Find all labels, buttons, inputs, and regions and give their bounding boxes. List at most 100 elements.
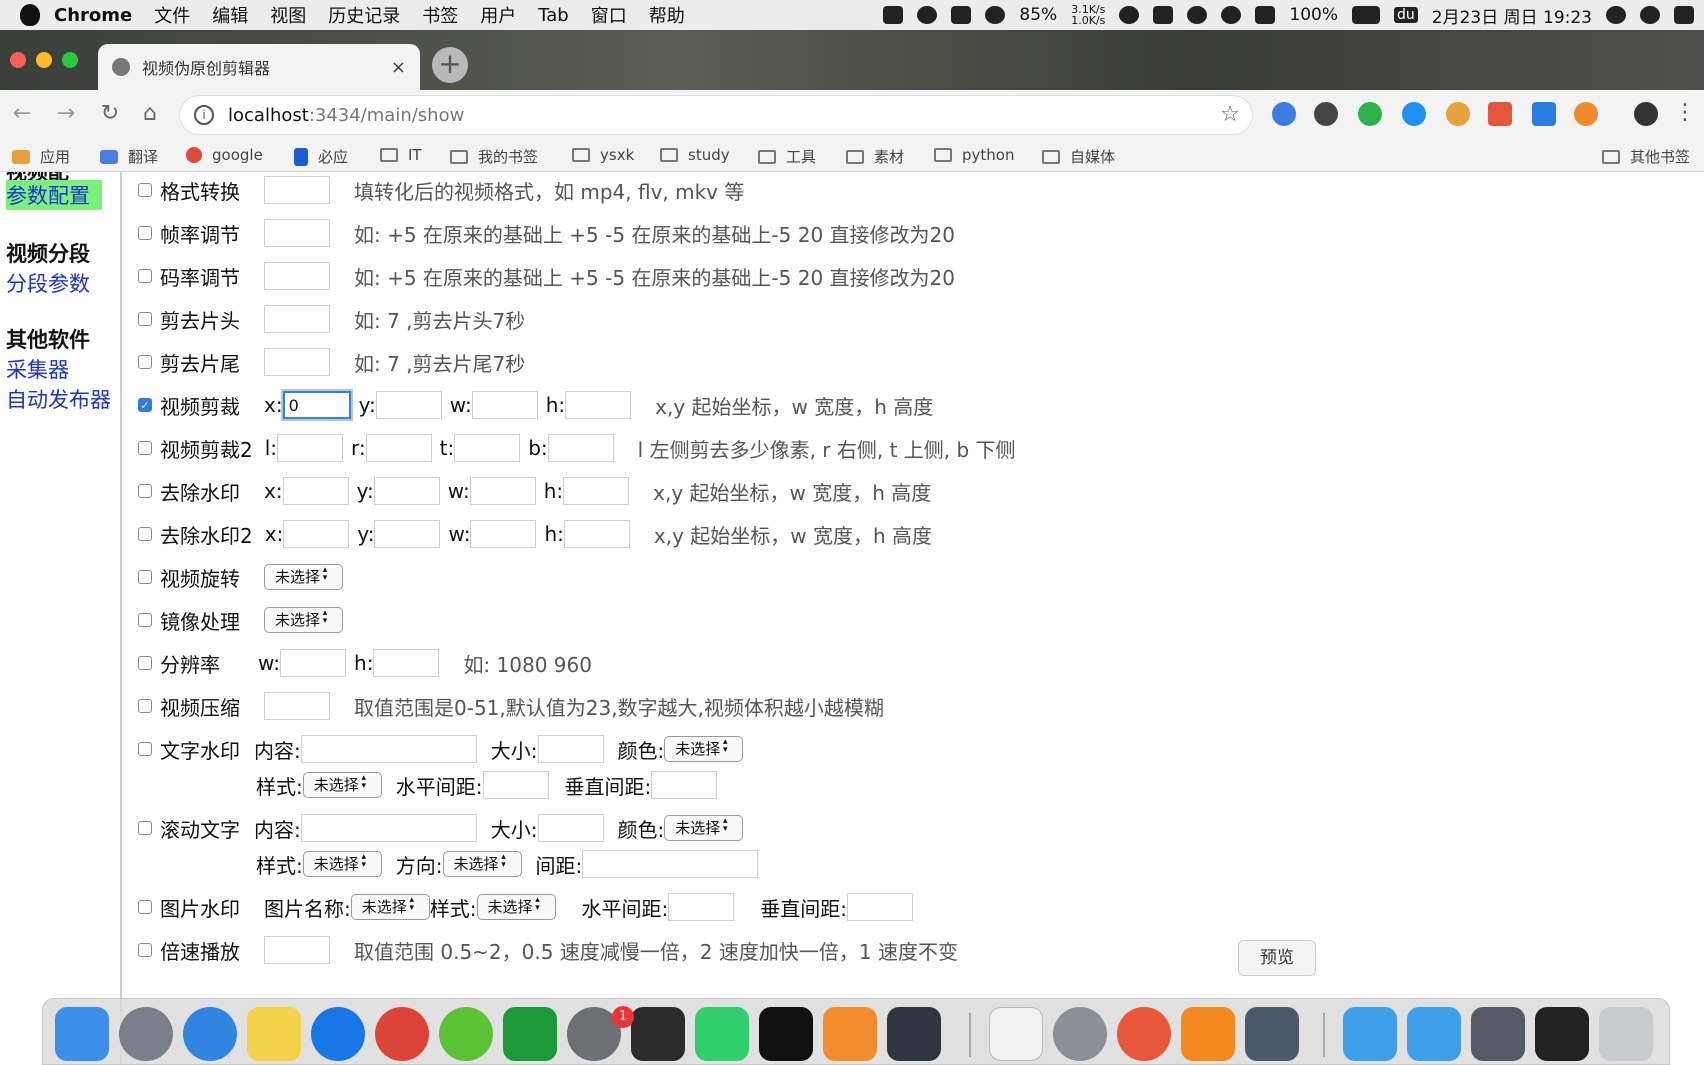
siri-icon[interactable]: [1640, 6, 1660, 24]
crop-y-input[interactable]: [375, 391, 442, 419]
extension-balls-icon[interactable]: [1314, 102, 1338, 126]
format-convert-input[interactable]: [264, 176, 330, 204]
apple-icon[interactable]: [20, 4, 40, 26]
sidebar-link-param-config[interactable]: 参数配置: [6, 180, 102, 210]
pycharm-icon[interactable]: [695, 1007, 749, 1061]
menu-app-chrome[interactable]: Chrome: [54, 5, 132, 26]
extension-diamond-icon[interactable]: [1272, 102, 1296, 126]
evernote-icon[interactable]: [503, 1007, 557, 1061]
preview-icon[interactable]: [1245, 1007, 1299, 1061]
bookmark-folder-study[interactable]: study: [660, 146, 730, 164]
video-converter-icon[interactable]: [1053, 1007, 1107, 1061]
text-watermark-content-input[interactable]: [300, 735, 477, 763]
address-bar[interactable]: i localhost:3434/main/show ☆: [180, 96, 1252, 134]
crop2-t-input[interactable]: [454, 434, 521, 462]
bookmark-folder-assets[interactable]: 素材: [846, 146, 904, 167]
remove-watermark2-h-input[interactable]: [563, 520, 630, 548]
markdown-editor-icon[interactable]: [887, 1007, 941, 1061]
script-editor-icon[interactable]: [989, 1007, 1043, 1061]
terminal-icon[interactable]: [759, 1007, 813, 1061]
resolution-w-input[interactable]: [280, 649, 347, 677]
speed-checkbox[interactable]: [138, 943, 152, 957]
cut-head-input[interactable]: [264, 305, 330, 333]
bookmark-apps[interactable]: 应用: [12, 146, 70, 167]
resolution-checkbox[interactable]: [138, 656, 152, 670]
battery-icon[interactable]: [1351, 6, 1380, 24]
bookmark-folder-it[interactable]: IT: [380, 146, 422, 164]
window-minimize-button[interactable]: [36, 52, 52, 68]
crop2-b-input[interactable]: [547, 434, 614, 462]
remove-watermark-w-input[interactable]: [469, 477, 536, 505]
scroll-text-style-select[interactable]: 未选择: [302, 851, 382, 877]
menu-bookmarks[interactable]: 书签: [422, 2, 458, 28]
text-watermark-checkbox[interactable]: [138, 742, 152, 756]
dropbox-icon[interactable]: [1153, 6, 1174, 24]
bookmark-star-icon[interactable]: ☆: [1220, 102, 1240, 127]
text-watermark-vspace-input[interactable]: [651, 771, 718, 799]
crop-h-input[interactable]: [565, 391, 632, 419]
text-watermark-style-select[interactable]: 未选择: [302, 772, 382, 798]
compress-checkbox[interactable]: [138, 699, 152, 713]
site-info-icon[interactable]: i: [194, 105, 214, 125]
menu-view[interactable]: 视图: [270, 2, 306, 28]
sync-icon[interactable]: [917, 6, 938, 24]
cloud-icon[interactable]: [1119, 6, 1140, 24]
volume-icon[interactable]: [1255, 6, 1276, 24]
folder-icon[interactable]: [1407, 1007, 1461, 1061]
crop-w-input[interactable]: [471, 391, 538, 419]
scroll-text-checkbox[interactable]: [138, 821, 152, 835]
rotate-checkbox[interactable]: [138, 570, 152, 584]
remove-watermark-h-input[interactable]: [563, 477, 630, 505]
notes-icon[interactable]: [247, 1007, 301, 1061]
menu-tab[interactable]: Tab: [538, 5, 568, 26]
browser-tab-active[interactable]: 视频伪原创剪辑器 ×: [98, 44, 420, 90]
extension-tree-icon[interactable]: [1488, 102, 1512, 126]
text-watermark-color-select[interactable]: 未选择: [664, 736, 744, 762]
chrome-icon[interactable]: [375, 1007, 429, 1061]
menu-file[interactable]: 文件: [154, 2, 190, 28]
launchpad-icon[interactable]: [119, 1007, 173, 1061]
speed-input[interactable]: [264, 936, 330, 964]
bookmark-folder-ysxk[interactable]: ysxk: [572, 146, 634, 164]
new-tab-button[interactable]: +: [432, 47, 468, 83]
remove-watermark2-y-input[interactable]: [374, 520, 441, 548]
crop-x-input[interactable]: 0: [282, 391, 351, 419]
spotlight-icon[interactable]: [1606, 6, 1626, 24]
bookmark-folder-tools[interactable]: 工具: [758, 146, 816, 167]
sidebar-link-collector[interactable]: 采集器: [6, 354, 69, 384]
crop2-r-input[interactable]: [365, 434, 432, 462]
finder-icon[interactable]: [55, 1007, 109, 1061]
search-tool-icon[interactable]: [883, 6, 904, 24]
crop2-l-input[interactable]: [277, 434, 344, 462]
menu-people[interactable]: 用户: [480, 2, 516, 28]
format-convert-checkbox[interactable]: [138, 183, 152, 197]
goland-icon[interactable]: [631, 1007, 685, 1061]
location-app-icon[interactable]: [311, 1007, 365, 1061]
bookmark-folder-media[interactable]: 自媒体: [1042, 146, 1115, 167]
wechat-icon[interactable]: [439, 1007, 493, 1061]
bookmark-google[interactable]: google: [186, 146, 263, 164]
remove-watermark2-checkbox[interactable]: [138, 527, 152, 541]
du-badge[interactable]: du: [1393, 7, 1418, 23]
script-icon[interactable]: [1187, 6, 1208, 24]
profile-avatar[interactable]: [1634, 102, 1658, 126]
window-zoom-button[interactable]: [62, 52, 78, 68]
wifi-icon[interactable]: [1221, 6, 1242, 24]
crop2-checkbox[interactable]: [138, 441, 152, 455]
bookmark-folder-mine[interactable]: 我的书签: [450, 146, 538, 167]
window-close-button[interactable]: [10, 52, 26, 68]
sublime-text-icon[interactable]: [823, 1007, 877, 1061]
remove-watermark-x-input[interactable]: [282, 477, 349, 505]
image-watermark-checkbox[interactable]: [138, 900, 152, 914]
cut-tail-checkbox[interactable]: [138, 355, 152, 369]
scroll-text-color-select[interactable]: 未选择: [664, 815, 744, 841]
reload-icon[interactable]: ↻: [96, 100, 124, 128]
remove-watermark-y-input[interactable]: [373, 477, 440, 505]
mirror-select[interactable]: 未选择: [264, 607, 344, 633]
scroll-text-direction-select[interactable]: 未选择: [442, 851, 522, 877]
sidebar-link-auto-publisher[interactable]: 自动发布器: [6, 384, 111, 414]
image-watermark-vspace-input[interactable]: [847, 893, 914, 921]
compress-input[interactable]: [264, 692, 330, 720]
extension-bulb-icon[interactable]: [1402, 102, 1426, 126]
download-extension-icon[interactable]: [1532, 102, 1556, 126]
